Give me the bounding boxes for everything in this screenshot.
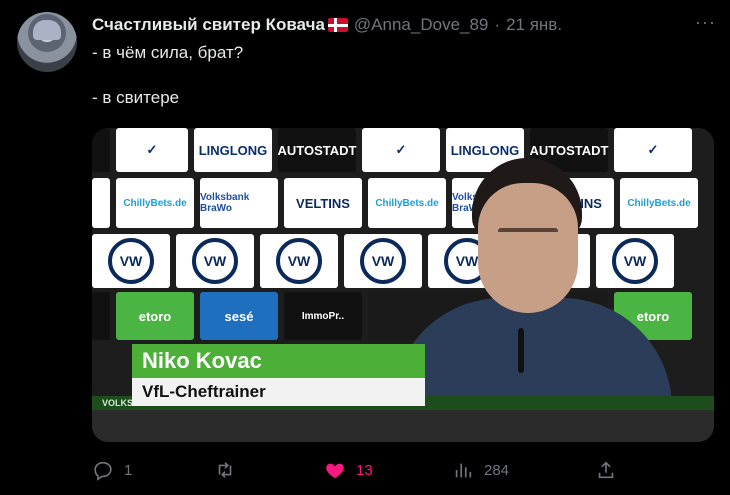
tweet-actions: 1 13 284 [92, 456, 714, 484]
ad-tile: VW [92, 234, 170, 288]
press-table [92, 410, 714, 442]
ad-tile: VW [260, 234, 338, 288]
ad-tile: LINGLONG [194, 128, 272, 172]
microphone-icon [518, 328, 524, 373]
author-name[interactable]: Счастливый свитер Ковача [92, 15, 325, 35]
ad-tile: ChillyBets.de [116, 178, 194, 228]
share-icon [598, 461, 614, 479]
person-eyes [498, 228, 558, 238]
caption-name: Niko Kovac [132, 344, 425, 378]
ad-tile: Volksbank BraWo [200, 178, 278, 228]
caption-role: VfL-Cheftrainer [132, 378, 425, 406]
tweet-text: - в чём сила, брат? - в свитере [92, 42, 243, 109]
like-button[interactable]: 13 [324, 459, 373, 481]
denmark-flag-icon [327, 18, 348, 32]
share-button[interactable] [595, 459, 617, 481]
ad-tile [92, 292, 110, 340]
views-count: 284 [484, 461, 510, 479]
reply-button[interactable]: 1 [92, 459, 132, 481]
tweet-line-1: - в чём сила, брат? [92, 43, 244, 62]
heart-icon [326, 463, 344, 479]
ad-tile: AUTOSTADT [278, 128, 356, 172]
like-count: 13 [356, 461, 373, 479]
retweet-button[interactable] [214, 459, 246, 481]
nike-logo: ✓ [116, 128, 188, 172]
ad-tile: etoro [116, 292, 194, 340]
reply-icon [94, 461, 112, 481]
ad-tile: VW [176, 234, 254, 288]
separator-dot: · [494, 15, 501, 34]
ad-tile: VELTINS [284, 178, 362, 228]
author-handle[interactable]: @Anna_Dove_89 [354, 15, 488, 35]
person-face [478, 183, 578, 313]
retweet-icon [218, 462, 232, 478]
vw-logo-icon: VW [276, 238, 322, 284]
ad-tile: ImmoPr.. [284, 292, 362, 340]
tweet-media-image[interactable]: ✓ LINGLONG AUTOSTADT ✓ LINGLONG AUTOSTAD… [92, 128, 714, 442]
ad-tile [92, 128, 110, 172]
vw-logo-icon: VW [108, 238, 154, 284]
views-button[interactable]: 284 [452, 459, 509, 481]
more-options-icon[interactable]: ··· [695, 12, 716, 33]
tweet-header: Счастливый свитер Ковача @Anna_Dove_89 ·… [92, 14, 690, 36]
reply-count: 1 [124, 461, 133, 479]
views-chart-icon [455, 463, 472, 478]
author-avatar[interactable] [17, 12, 77, 72]
tweet-date[interactable]: 21 янв. [506, 15, 562, 35]
ad-tile: sesé [200, 292, 278, 340]
vw-logo-icon: VW [192, 238, 238, 284]
ad-tile [92, 178, 110, 228]
tweet-line-2: - в свитере [92, 88, 180, 107]
